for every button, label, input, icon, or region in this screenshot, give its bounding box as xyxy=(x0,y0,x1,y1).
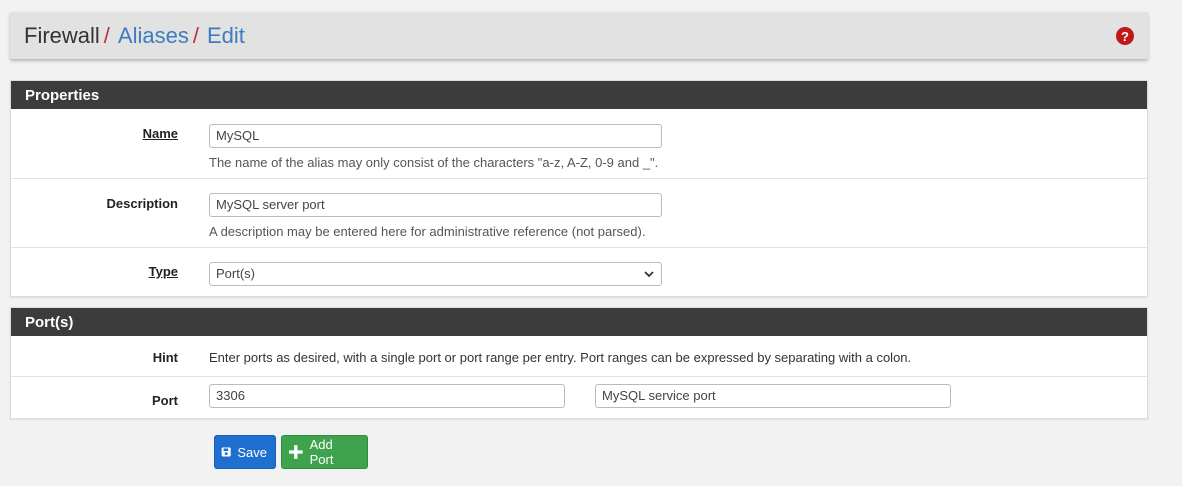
type-select-value: Port(s) xyxy=(216,266,255,281)
ports-panel: Port(s) Hint Enter ports as desired, wit… xyxy=(10,307,1148,419)
save-button-label: Save xyxy=(237,444,267,460)
breadcrumb-edit-link[interactable]: Edit xyxy=(207,23,245,49)
description-row: Description MySQL server port A descript… xyxy=(11,179,1147,248)
name-help-text: The name of the alias may only consist o… xyxy=(209,155,659,170)
description-input[interactable]: MySQL server port xyxy=(209,193,662,217)
breadcrumb-separator: / xyxy=(192,22,199,48)
name-row: Name MySQL The name of the alias may onl… xyxy=(11,109,1147,179)
ports-heading: Port(s) xyxy=(11,308,1147,336)
breadcrumb: Firewall / Aliases / Edit ? xyxy=(10,12,1148,59)
breadcrumb-firewall: Firewall xyxy=(24,22,100,48)
save-icon xyxy=(221,447,231,457)
type-select[interactable]: Port(s) xyxy=(209,262,662,286)
save-button[interactable]: Save xyxy=(214,435,276,469)
hint-label: Hint xyxy=(152,350,178,365)
type-label: Type xyxy=(148,264,178,279)
port-label: Port xyxy=(152,393,178,408)
description-label: Description xyxy=(106,196,178,211)
properties-heading: Properties xyxy=(11,81,1147,109)
add-port-button[interactable]: Add Port xyxy=(281,435,368,469)
hint-row: Hint Enter ports as desired, with a sing… xyxy=(11,336,1147,377)
help-icon[interactable]: ? xyxy=(1116,27,1134,45)
add-port-button-label: Add Port xyxy=(309,437,334,467)
properties-panel: Properties Name MySQL The name of the al… xyxy=(10,80,1148,297)
name-input[interactable]: MySQL xyxy=(209,124,662,148)
chevron-down-icon xyxy=(644,271,654,278)
port-input[interactable]: 3306 xyxy=(209,384,565,408)
port-row: Port 3306 MySQL service port xyxy=(11,377,1147,418)
breadcrumb-separator: / xyxy=(103,22,110,48)
hint-text: Enter ports as desired, with a single po… xyxy=(209,350,912,365)
port-description-input[interactable]: MySQL service port xyxy=(595,384,951,408)
help-icon-glyph: ? xyxy=(1121,28,1129,44)
breadcrumb-aliases-link[interactable]: Aliases xyxy=(118,23,189,49)
type-row: Type Port(s) xyxy=(11,248,1147,296)
name-label: Name xyxy=(142,126,178,141)
plus-icon xyxy=(288,445,303,459)
description-help-text: A description may be entered here for ad… xyxy=(209,224,646,239)
